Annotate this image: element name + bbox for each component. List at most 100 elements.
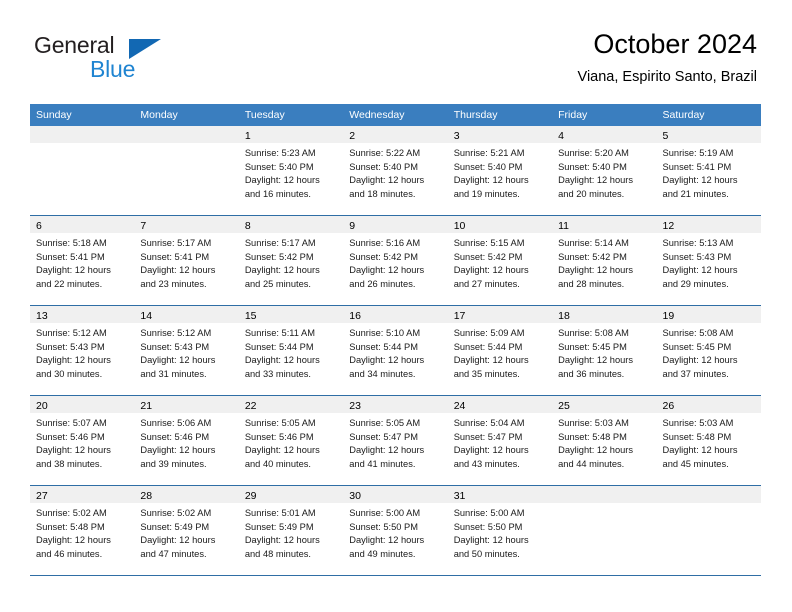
day-number-band: 27	[30, 486, 135, 503]
day-detail-text: Sunrise: 5:05 AM Sunset: 5:47 PM Daylight:…	[343, 413, 447, 471]
calendar-day-cell-10[interactable]: 10 Sunrise: 5:15 AM Sunset: 5:42 PM Dayligh…	[447, 216, 553, 305]
day-detail-line: Sunset: 5:45 PM	[558, 341, 627, 352]
day-detail-line: Sunset: 5:49 PM	[140, 521, 210, 532]
day-number: 1	[244, 130, 251, 142]
calendar-day-cell-empty	[656, 486, 761, 575]
day-detail-line: Sunset: 5:45 PM	[662, 341, 732, 352]
day-detail-line: Daylight: 12 hours	[140, 445, 216, 455]
day-number-band: 15	[238, 306, 344, 323]
day-number-band: 26	[656, 396, 761, 413]
day-detail-line: Sunrise: 5:22 AM	[349, 148, 421, 158]
day-detail-text	[134, 143, 238, 147]
calendar-day-cell-4[interactable]: 4 Sunrise: 5:20 AM Sunset: 5:40 PM Daylight…	[552, 126, 657, 215]
title-block: October 2024 Viana, Espirito Santo, Braz…	[578, 28, 757, 87]
calendar-day-cell-23[interactable]: 23 Sunrise: 5:05 AM Sunset: 5:47 PM Dayligh…	[343, 396, 448, 485]
calendar-day-cell-25[interactable]: 25 Sunrise: 5:03 AM Sunset: 5:48 PM Dayligh…	[552, 396, 657, 485]
calendar-day-cell-2[interactable]: 2 Sunrise: 5:22 AM Sunset: 5:40 PM Daylight…	[343, 126, 448, 215]
day-number-band: 22	[238, 396, 344, 413]
day-detail-line: and 18 minutes.	[349, 188, 416, 199]
day-number: 25	[558, 400, 570, 412]
day-detail-text: Sunrise: 5:19 AM Sunset: 5:41 PM Daylight:…	[657, 143, 761, 201]
calendar-week-row: 1 Sunrise: 5:23 AM Sunset: 5:40 PM Daylight…	[30, 126, 761, 215]
calendar-day-cell-21[interactable]: 21 Sunrise: 5:06 AM Sunset: 5:46 PM Dayligh…	[134, 396, 239, 485]
calendar-day-cell-8[interactable]: 8 Sunrise: 5:17 AM Sunset: 5:42 PM Daylight…	[238, 216, 344, 305]
day-number-band: 13	[30, 306, 135, 323]
calendar-day-cell-27[interactable]: 27 Sunrise: 5:02 AM Sunset: 5:48 PM Dayligh…	[30, 486, 135, 575]
day-number: 9	[349, 220, 356, 232]
general-blue-logo[interactable]: General Blue	[34, 32, 204, 84]
calendar-day-cell-28[interactable]: 28 Sunrise: 5:02 AM Sunset: 5:49 PM Dayligh…	[134, 486, 239, 575]
day-number-band: 8	[238, 216, 344, 233]
calendar-day-cell-5[interactable]: 5 Sunrise: 5:19 AM Sunset: 5:41 PM Daylight…	[656, 126, 761, 215]
calendar-day-cell-17[interactable]: 17 Sunrise: 5:09 AM Sunset: 5:44 PM Dayligh…	[447, 306, 553, 395]
calendar-day-cell-31[interactable]: 31 Sunrise: 5:00 AM Sunset: 5:50 PM Dayligh…	[447, 486, 553, 575]
day-detail-line: Sunset: 5:44 PM	[453, 341, 523, 352]
calendar-day-cell-3[interactable]: 3 Sunrise: 5:21 AM Sunset: 5:40 PM Daylight…	[447, 126, 553, 215]
calendar-day-cell-19[interactable]: 19 Sunrise: 5:08 AM Sunset: 5:45 PM Dayligh…	[656, 306, 761, 395]
day-detail-line: Sunset: 5:42 PM	[453, 251, 523, 262]
calendar-day-cell-22[interactable]: 22 Sunrise: 5:05 AM Sunset: 5:46 PM Dayligh…	[238, 396, 344, 485]
page-header: General Blue October 2024 Viana, Espirit…	[0, 0, 792, 100]
calendar-day-cell-12[interactable]: 12 Sunrise: 5:13 AM Sunset: 5:43 PM Dayligh…	[656, 216, 761, 305]
calendar-day-cell-15[interactable]: 15 Sunrise: 5:11 AM Sunset: 5:44 PM Dayligh…	[238, 306, 344, 395]
day-number: 30	[349, 490, 361, 502]
day-detail-line: and 40 minutes.	[244, 458, 311, 469]
day-number-band: 11	[552, 216, 657, 233]
day-detail-line: Sunset: 5:41 PM	[140, 251, 210, 262]
day-number: 22	[244, 400, 257, 412]
day-detail-text: Sunrise: 5:12 AM Sunset: 5:43 PM Daylight:…	[134, 323, 238, 381]
calendar-day-cell-29[interactable]: 29 Sunrise: 5:01 AM Sunset: 5:49 PM Dayligh…	[238, 486, 344, 575]
day-number-band: 7	[134, 216, 239, 233]
day-detail-line: and 16 minutes.	[244, 188, 311, 199]
day-detail-text: Sunrise: 5:05 AM Sunset: 5:46 PM Daylight:…	[239, 413, 343, 471]
calendar-day-cell-26[interactable]: 26 Sunrise: 5:03 AM Sunset: 5:48 PM Dayligh…	[656, 396, 761, 485]
day-detail-text: Sunrise: 5:03 AM Sunset: 5:48 PM Daylight:…	[552, 413, 656, 471]
day-number-band: 14	[134, 306, 239, 323]
day-detail-line: Sunset: 5:47 PM	[349, 431, 418, 442]
day-detail-line: Sunset: 5:40 PM	[349, 161, 418, 172]
calendar-day-cell-7[interactable]: 7 Sunrise: 5:17 AM Sunset: 5:41 PM Daylight…	[134, 216, 239, 305]
calendar-day-cell-9[interactable]: 9 Sunrise: 5:16 AM Sunset: 5:42 PM Daylight…	[343, 216, 448, 305]
day-detail-line: Sunset: 5:40 PM	[558, 161, 627, 172]
day-detail-line: and 23 minutes.	[140, 278, 207, 289]
day-number-band: 25	[552, 396, 657, 413]
day-detail-line: Daylight: 12 hours	[244, 445, 320, 455]
day-number: 27	[36, 490, 48, 502]
calendar-day-cell-empty	[30, 126, 135, 215]
weekday-header-tuesday: Tuesday	[244, 109, 285, 121]
day-number-band: 24	[447, 396, 553, 413]
day-detail-line: and 49 minutes.	[349, 548, 416, 559]
calendar-day-cell-24[interactable]: 24 Sunrise: 5:04 AM Sunset: 5:47 PM Dayligh…	[447, 396, 553, 485]
day-detail-line: Sunrise: 5:21 AM	[453, 148, 525, 158]
calendar-day-cell-14[interactable]: 14 Sunrise: 5:12 AM Sunset: 5:43 PM Dayligh…	[134, 306, 239, 395]
day-detail-line: Sunrise: 5:08 AM	[558, 328, 629, 338]
calendar-day-cell-16[interactable]: 16 Sunrise: 5:10 AM Sunset: 5:44 PM Dayligh…	[343, 306, 448, 395]
day-detail-line: Sunrise: 5:05 AM	[349, 418, 421, 428]
day-detail-text: Sunrise: 5:20 AM Sunset: 5:40 PM Daylight:…	[552, 143, 656, 201]
calendar-day-cell-6[interactable]: 6 Sunrise: 5:18 AM Sunset: 5:41 PM Daylight…	[30, 216, 135, 305]
day-detail-text: Sunrise: 5:23 AM Sunset: 5:40 PM Daylight:…	[239, 143, 343, 201]
day-detail-line: Sunset: 5:42 PM	[349, 251, 418, 262]
day-number: 10	[453, 220, 466, 232]
day-detail-line: Daylight: 12 hours	[244, 265, 320, 275]
day-detail-line: Sunrise: 5:10 AM	[349, 328, 421, 338]
calendar-day-cell-1[interactable]: 1 Sunrise: 5:23 AM Sunset: 5:40 PM Daylight…	[238, 126, 344, 215]
day-detail-line: Sunrise: 5:00 AM	[349, 508, 421, 518]
day-detail-text: Sunrise: 5:17 AM Sunset: 5:41 PM Daylight:…	[134, 233, 238, 291]
weekday-header-saturday: Saturday	[662, 109, 705, 121]
day-detail-line: Sunrise: 5:19 AM	[662, 148, 734, 158]
day-detail-line: Sunset: 5:41 PM	[662, 161, 732, 172]
day-detail-line: Sunset: 5:43 PM	[36, 341, 105, 352]
day-detail-line: Daylight: 12 hours	[244, 535, 320, 545]
day-detail-line: Sunrise: 5:00 AM	[453, 508, 525, 518]
day-number-band: 12	[656, 216, 761, 233]
day-number: 31	[453, 490, 466, 502]
calendar-day-cell-13[interactable]: 13 Sunrise: 5:12 AM Sunset: 5:43 PM Dayligh…	[30, 306, 135, 395]
calendar-day-cell-30[interactable]: 30 Sunrise: 5:00 AM Sunset: 5:50 PM Dayligh…	[343, 486, 448, 575]
calendar-day-cell-11[interactable]: 11 Sunrise: 5:14 AM Sunset: 5:42 PM Dayligh…	[552, 216, 657, 305]
day-detail-line: Daylight: 12 hours	[662, 265, 738, 275]
calendar-day-cell-20[interactable]: 20 Sunrise: 5:07 AM Sunset: 5:46 PM Dayligh…	[30, 396, 135, 485]
day-detail-line: Sunrise: 5:15 AM	[453, 238, 525, 248]
calendar-day-cell-18[interactable]: 18 Sunrise: 5:08 AM Sunset: 5:45 PM Dayligh…	[552, 306, 657, 395]
day-detail-line: Sunrise: 5:14 AM	[558, 238, 629, 248]
